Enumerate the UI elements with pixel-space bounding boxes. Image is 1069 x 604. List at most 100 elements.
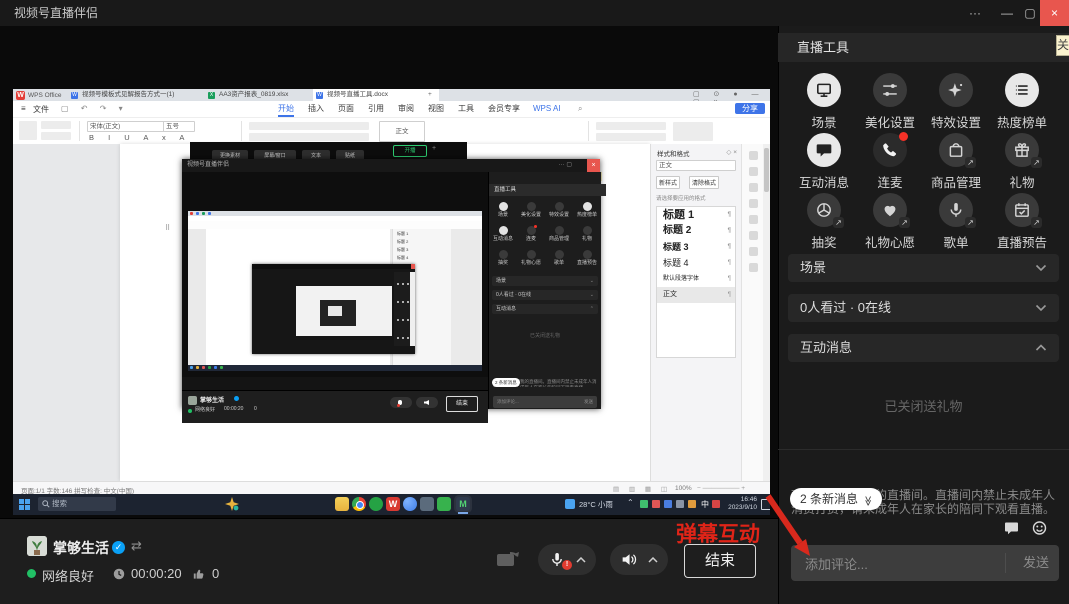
style-dropdown: 正文 — [656, 160, 736, 171]
overlay-start-button: 开播 — [393, 145, 427, 157]
nested-username: 掌够生活 — [200, 395, 224, 404]
mic-button[interactable]: ! — [538, 544, 596, 575]
taskbar-quark-icon — [403, 497, 417, 511]
taskbar-explorer-icon — [335, 497, 349, 511]
live-assistant-window: 视频号直播伴侣 ··· — ▢ × 关 W WPS Office W视频号模板式… — [0, 0, 1069, 604]
comment-input-box[interactable]: 发送 — [791, 545, 1059, 581]
font-style-buttons: B I U A x A — [89, 133, 190, 142]
style-item-default: 默认段落字体¶ — [657, 271, 735, 287]
nested-stage: 标题 1 标题 2 标题 3 标题 4 — [182, 172, 488, 377]
nested-sidebar: 直播工具 场景 美化设置 特效设置 热度榜单 互动消息 连麦 商品管理 礼物 抽… — [488, 172, 601, 409]
new-messages-pill[interactable]: 2 条新消息≫ — [790, 488, 882, 510]
wps-new-tab-icon: + — [428, 91, 432, 98]
chevron-up-icon — [648, 557, 658, 563]
switch-account-icon[interactable]: ⇄ — [131, 538, 142, 554]
nested-likes: 0 — [254, 406, 257, 412]
wps-suite-name: WPS Office — [28, 91, 61, 100]
tool-playlist[interactable]: ↗ 歌单 — [923, 193, 989, 251]
calendar-icon — [1013, 201, 1031, 219]
titlebar: 视频号直播伴侣 ··· — ▢ × — [0, 0, 1069, 26]
nested-network-dot — [188, 409, 192, 413]
chevron-up-icon — [1035, 344, 1047, 352]
tool-product-management[interactable]: ↗ 商品管理 — [923, 133, 989, 191]
tool-co-stream[interactable]: 连麦 — [857, 133, 923, 191]
nested-sidebar-header: 直播工具 — [489, 184, 606, 196]
chevron-down-icon — [1035, 264, 1047, 272]
hot-ranking-icon — [1013, 81, 1031, 99]
tool-live-trailer[interactable]: ↗ 直播预告 — [989, 193, 1055, 251]
close-button[interactable]: × — [1040, 0, 1069, 26]
tray-icon-4 — [676, 500, 684, 508]
nested-end-button: 结束 — [446, 396, 478, 412]
live-duration: 00:00:20 — [131, 566, 182, 581]
send-divider — [1005, 553, 1006, 573]
tool-scene[interactable]: 场景 — [791, 73, 857, 131]
tool-gift-wish[interactable]: ↗ 礼物心愿 — [857, 193, 923, 251]
tool-hot-ranking[interactable]: 热度榜单 — [989, 73, 1055, 131]
new-style-button: 新样式 — [656, 176, 680, 189]
tool-lottery[interactable]: ↗ 抽奖 — [791, 193, 857, 251]
wps-toolbar: 宋体(正文) 五号 B I U A x A 正文 — [13, 118, 770, 145]
tray-notification-icon — [761, 499, 770, 510]
chat-bubble-icon — [815, 141, 833, 159]
speaker-icon — [620, 551, 637, 568]
speaker-button[interactable] — [610, 544, 668, 575]
gift-closed-notice: 已关闭送礼物 — [778, 396, 1069, 415]
heart-wish-icon — [881, 201, 899, 219]
style-item-h4: 标题 4¶ — [657, 255, 735, 271]
comment-input[interactable] — [803, 545, 987, 583]
mini-taskbar — [188, 365, 482, 371]
taskbar-chrome-icon — [352, 497, 366, 511]
style-format-panel: 样式和格式 ◇ × 正文 新样式 清除格式 请选择要应用的格式 标题 1¶ 标题… — [650, 144, 742, 481]
sidebar-header: 直播工具 — [778, 33, 1069, 62]
section-scene[interactable]: 场景 — [788, 254, 1059, 282]
tool-interactive-messages[interactable]: 互动消息 — [791, 133, 857, 191]
menu-dots-button[interactable]: ··· — [960, 0, 990, 26]
wps-hamburger-icon: ≡ — [21, 104, 26, 113]
nested-network-label: 网络良好 — [195, 406, 215, 413]
gift-icon — [1013, 141, 1031, 159]
nested-close-button: × — [587, 159, 600, 172]
tray-icon-2 — [652, 500, 660, 508]
mini-wps-window: 标题 1 标题 2 标题 3 标题 4 — [188, 211, 482, 371]
section-viewers[interactable]: 0人看过 · 0在线 — [788, 294, 1059, 322]
wps-menu-insert: 插入 — [308, 103, 324, 115]
danmaku-toggle-icon[interactable] — [1003, 520, 1020, 536]
wps-share-button: 分享 — [735, 103, 765, 114]
level3-app-window — [252, 264, 415, 354]
double-chevron-down-icon: ≫ — [856, 496, 878, 506]
end-stream-button[interactable]: 结束 — [684, 544, 756, 578]
tool-gifts[interactable]: ↗ 礼物 — [989, 133, 1055, 191]
wps-status-bar: 页面:1/1 字数:146 拼写检查: 中文(中国) ▤ ▥ ▦ ◫ 100% … — [13, 481, 770, 495]
chevron-down-icon — [1035, 304, 1047, 312]
right-tools-row2 — [596, 133, 666, 141]
tool-beauty-settings[interactable]: 美化设置 — [857, 73, 923, 131]
wps-menu-member: 会员专享 — [488, 103, 520, 115]
wps-view-icons: ▤ ▥ ▦ ◫ — [613, 485, 671, 493]
tray-clock: 16:462023/9/10 — [725, 496, 757, 512]
co-stream-notification-dot — [899, 132, 908, 141]
screen-share-icon[interactable] — [495, 548, 521, 570]
nested-titlebar: 视频号直播伴侣 ··· ▢ — [182, 159, 600, 172]
style-panel-close-icon: ◇ × — [726, 148, 737, 156]
style-panel-title: 样式和格式 — [657, 148, 690, 158]
nested-mic-button — [390, 397, 412, 408]
send-button[interactable]: 发送 — [1023, 545, 1049, 581]
right-tools-row1 — [596, 122, 666, 130]
wps-menu-view: 视图 — [428, 103, 444, 115]
widgets-sparkle-icon — [225, 497, 239, 511]
sidebar-divider — [778, 449, 1069, 450]
level3-sidebar — [394, 272, 410, 346]
wps-right-rail — [741, 144, 764, 481]
wps-menu-ai: WPS AI — [533, 103, 561, 115]
tool-effects[interactable]: 特效设置 — [923, 73, 989, 131]
mic-alert-badge: ! — [562, 560, 572, 570]
start-button — [19, 499, 30, 510]
external-link-icon: ↗ — [1031, 157, 1042, 168]
emoji-icon[interactable] — [1031, 520, 1048, 536]
tray-icon-6 — [712, 500, 720, 508]
section-interactive-messages[interactable]: 互动消息 — [788, 334, 1059, 362]
tray-weather-icon — [565, 499, 575, 509]
style-item-h1: 标题 1¶ — [657, 207, 735, 223]
wps-tab-strip: W WPS Office W视频号模板式见解报告方式一(1) XAA3资产报表_… — [13, 89, 770, 101]
